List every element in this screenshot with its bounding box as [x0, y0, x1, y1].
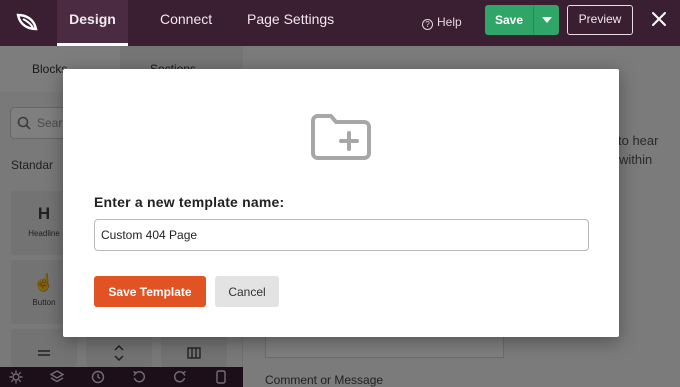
tab-connect[interactable]: Connect — [160, 0, 212, 46]
help-label: Help — [437, 15, 462, 29]
tab-page-settings[interactable]: Page Settings — [247, 0, 334, 46]
save-options-button[interactable] — [533, 5, 559, 35]
save-template-dialog: Enter a new template name: Save Template… — [63, 69, 619, 337]
template-name-input[interactable] — [94, 219, 589, 251]
seedprod-leaf-icon[interactable] — [12, 7, 44, 39]
close-icon[interactable] — [651, 11, 667, 27]
caret-down-icon — [542, 17, 552, 23]
top-bar: Design Connect Page Settings ? Help Save … — [0, 0, 680, 46]
save-button[interactable]: Save — [485, 5, 533, 35]
question-circle-icon: ? — [422, 19, 433, 30]
save-button-group: Save — [485, 5, 559, 35]
save-template-button[interactable]: Save Template — [94, 276, 206, 307]
help-link[interactable]: ? Help — [422, 12, 462, 32]
folder-add-icon — [311, 114, 371, 160]
preview-button[interactable]: Preview — [567, 5, 633, 35]
cancel-button[interactable]: Cancel — [215, 276, 279, 307]
tab-design[interactable]: Design — [57, 0, 128, 46]
template-name-label: Enter a new template name: — [94, 194, 285, 210]
